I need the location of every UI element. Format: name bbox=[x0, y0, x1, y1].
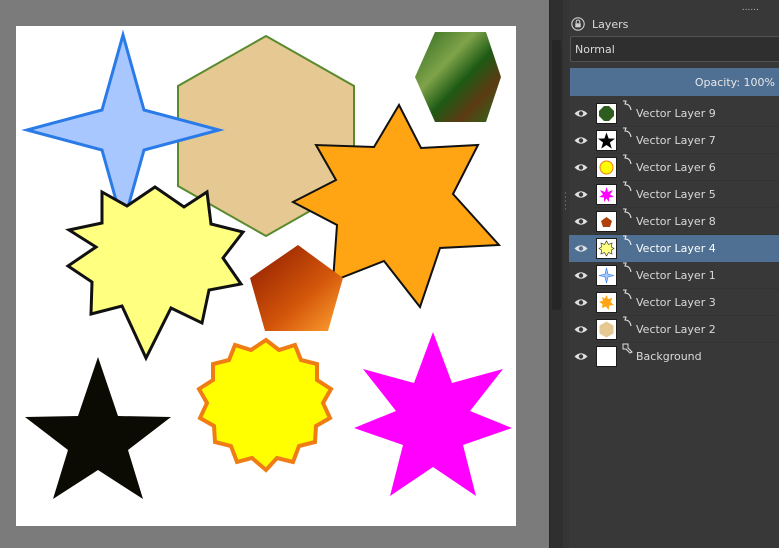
layer-name: Vector Layer 5 bbox=[636, 188, 716, 201]
vector-layer-icon bbox=[623, 181, 632, 192]
layer-name: Vector Layer 6 bbox=[636, 161, 716, 174]
vector-layer-icon bbox=[623, 316, 632, 327]
vector-layer-icon bbox=[623, 208, 632, 219]
visibility-eye-icon[interactable] bbox=[574, 351, 588, 362]
layer-row-vector-layer-6[interactable]: Vector Layer 6 bbox=[569, 154, 779, 181]
vector-layer-icon bbox=[623, 262, 632, 273]
scrollbar-thumb[interactable] bbox=[552, 40, 561, 310]
eight-point-star-shape[interactable] bbox=[65, 185, 246, 362]
canvas-workspace[interactable] bbox=[0, 0, 549, 548]
layer-list: Vector Layer 9 Vector Layer 7 Vector Lay… bbox=[569, 100, 779, 370]
lock-icon[interactable] bbox=[571, 17, 585, 31]
layer-name: Vector Layer 7 bbox=[636, 134, 716, 147]
layer-row-vector-layer-1[interactable]: Vector Layer 1 bbox=[569, 262, 779, 289]
visibility-eye-icon[interactable] bbox=[574, 216, 588, 227]
visibility-eye-icon[interactable] bbox=[574, 243, 588, 254]
visibility-eye-icon[interactable] bbox=[574, 189, 588, 200]
black-star-shape[interactable] bbox=[25, 357, 171, 499]
visibility-eye-icon[interactable] bbox=[574, 297, 588, 308]
splitter-grip-icon: · · · · · bbox=[564, 189, 567, 215]
layer-thumbnail bbox=[596, 157, 617, 178]
visibility-eye-icon[interactable] bbox=[574, 324, 588, 335]
layer-thumbnail bbox=[596, 319, 617, 340]
magenta-star-shape[interactable] bbox=[354, 332, 512, 496]
octagon-shape[interactable] bbox=[415, 32, 501, 122]
layer-name: Vector Layer 1 bbox=[636, 269, 716, 282]
paint-layer-icon bbox=[622, 343, 633, 354]
vector-layer-icon bbox=[623, 127, 632, 138]
layer-row-background[interactable]: Background bbox=[569, 343, 779, 370]
vector-layer-icon bbox=[623, 154, 632, 165]
layers-docker: ...... Layers Normal Opacity: 100% Vecto… bbox=[569, 0, 779, 548]
layer-thumbnail bbox=[596, 265, 617, 286]
sixteen-point-burst-shape[interactable] bbox=[196, 337, 334, 473]
layer-thumbnail bbox=[596, 211, 617, 232]
layer-thumbnail bbox=[596, 130, 617, 151]
layer-row-vector-layer-3[interactable]: Vector Layer 3 bbox=[569, 289, 779, 316]
visibility-eye-icon[interactable] bbox=[574, 270, 588, 281]
layer-name: Vector Layer 2 bbox=[636, 323, 716, 336]
vector-layer-icon bbox=[623, 289, 632, 300]
layer-row-vector-layer-8[interactable]: Vector Layer 8 bbox=[569, 208, 779, 235]
layer-thumbnail bbox=[596, 346, 617, 367]
docker-title-bar: Layers bbox=[571, 15, 628, 33]
document-canvas[interactable] bbox=[16, 26, 516, 526]
docker-title: Layers bbox=[592, 17, 629, 31]
layer-thumbnail bbox=[596, 292, 617, 313]
layer-row-vector-layer-9[interactable]: Vector Layer 9 bbox=[569, 100, 779, 127]
blend-mode-select[interactable]: Normal bbox=[570, 36, 779, 62]
layer-name: Background bbox=[636, 350, 702, 363]
vector-layer-icon bbox=[623, 235, 632, 246]
layer-name: Vector Layer 4 bbox=[636, 242, 716, 255]
layer-thumbnail bbox=[596, 103, 617, 124]
vector-layer-icon bbox=[623, 100, 632, 111]
layer-row-vector-layer-7[interactable]: Vector Layer 7 bbox=[569, 127, 779, 154]
layer-row-vector-layer-2[interactable]: Vector Layer 2 bbox=[569, 316, 779, 343]
four-point-star-shape[interactable] bbox=[21, 29, 225, 231]
layer-row-vector-layer-5[interactable]: Vector Layer 5 bbox=[569, 181, 779, 208]
layer-row-vector-layer-4[interactable]: Vector Layer 4 bbox=[569, 235, 779, 262]
canvas-vertical-scrollbar[interactable] bbox=[549, 0, 564, 548]
visibility-eye-icon[interactable] bbox=[574, 135, 588, 146]
canvas-artwork bbox=[21, 29, 512, 499]
docker-grip-icon[interactable]: ...... bbox=[742, 3, 759, 13]
opacity-slider[interactable]: Opacity: 100% bbox=[570, 68, 779, 96]
layer-name: Vector Layer 8 bbox=[636, 215, 716, 228]
visibility-eye-icon[interactable] bbox=[574, 108, 588, 119]
pentagon-shape[interactable] bbox=[250, 245, 343, 331]
layer-thumbnail bbox=[596, 184, 617, 205]
visibility-eye-icon[interactable] bbox=[574, 162, 588, 173]
layer-thumbnail bbox=[596, 238, 617, 259]
layer-name: Vector Layer 9 bbox=[636, 107, 716, 120]
layer-name: Vector Layer 3 bbox=[636, 296, 716, 309]
